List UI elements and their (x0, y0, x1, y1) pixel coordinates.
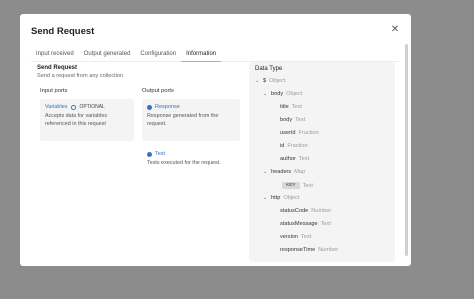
port-connector-icon (70, 104, 76, 110)
tree-type: Text (291, 104, 302, 110)
chevron-down-icon: ⌄ (255, 78, 260, 84)
input-port-name: Variables (45, 104, 68, 110)
tree-key: author (280, 156, 296, 162)
tree-type: Text (298, 156, 310, 162)
tree-key: id (280, 143, 285, 149)
port-connector-icon (147, 104, 152, 110)
input-port-description: Accepts data for variables referenced in… (45, 113, 108, 127)
input-port-card: Variables OPTIONAL Accepts data for vari… (40, 99, 134, 141)
tree-key: responseTime (280, 247, 316, 253)
output-port-item-test: Test Tests executed for the request. (147, 150, 245, 167)
tree-type: Fraction (287, 143, 308, 149)
output-ports-heading: Output ports (142, 88, 174, 94)
data-type-title: Data Type (255, 66, 283, 72)
tree-key: headers (271, 169, 292, 175)
tree-type: Number (311, 208, 332, 214)
tree-row-author: author Text (280, 156, 309, 162)
tree-row-body-text: body Text (280, 117, 305, 123)
tree-row-headers[interactable]: ⌄ headers Map (263, 169, 305, 175)
output-port-card-response: Response Response generated from the req… (142, 99, 240, 141)
tree-row-id: id Fraction (280, 143, 308, 149)
tree-row-responsetime: responseTime Number (280, 247, 338, 253)
tree-key: userId (280, 130, 296, 136)
output-port-name: Test (155, 151, 166, 157)
tree-type: Number (318, 247, 339, 253)
section-title: Send Request (37, 65, 78, 71)
tree-type: Text (320, 221, 331, 227)
modal-title: Send Request (31, 26, 95, 37)
chevron-down-icon: ⌄ (263, 195, 268, 201)
tree-row-statusmessage: statusMessage Text (280, 221, 331, 227)
tab-information[interactable]: Information (181, 48, 222, 62)
optional-badge: OPTIONAL (79, 104, 105, 110)
tab-bar: Input received Output generated Configur… (31, 48, 399, 62)
input-ports-heading: Input ports (40, 88, 68, 94)
tree-key: statusCode (280, 208, 309, 214)
chevron-down-icon: ⌄ (263, 91, 268, 97)
modal-scrollbar[interactable] (405, 44, 408, 256)
tab-configuration[interactable]: Configuration (135, 48, 181, 62)
tree-row-key: KEY Text (282, 182, 313, 189)
tree-key: body (280, 117, 293, 123)
tree-row-title: title Text (280, 104, 302, 110)
tree-row-version: version Text (280, 234, 311, 240)
tree-type: Object (269, 78, 286, 84)
port-connector-icon (147, 151, 152, 157)
data-type-panel: Data Type ⌄ $ Object ⌄ body Object title… (249, 62, 395, 262)
output-port-description: Tests executed for the request. (147, 160, 221, 166)
tree-key: $ (263, 78, 267, 84)
tree-type: Text (295, 117, 306, 123)
tree-row-body[interactable]: ⌄ body Object (263, 91, 302, 97)
tree-key: version (280, 234, 299, 240)
section-description: Send a request from any collection (37, 73, 124, 79)
tree-key: statusMessage (280, 221, 318, 227)
send-request-modal: Send Request ✕ Input received Output gen… (20, 14, 411, 266)
tree-type: Object (286, 91, 303, 97)
close-icon[interactable]: ✕ (389, 24, 401, 36)
tab-input-received[interactable]: Input received (31, 48, 79, 62)
tree-type: Text (302, 182, 313, 189)
tree-type: Text (301, 234, 312, 240)
output-port-description: Response generated from the request. (147, 113, 219, 127)
output-port-name: Response (155, 104, 180, 110)
tree-row-statuscode: statusCode Number (280, 208, 331, 214)
tree-row-root[interactable]: ⌄ $ Object (255, 78, 285, 84)
tree-type: Object (283, 195, 300, 201)
tree-key: title (280, 104, 289, 110)
tree-key: http (271, 195, 281, 201)
tree-row-userid: userId Fraction (280, 130, 319, 136)
tab-output-generated[interactable]: Output generated (79, 48, 136, 62)
chevron-down-icon: ⌄ (263, 169, 268, 175)
tree-key: body (271, 91, 284, 97)
tree-row-http[interactable]: ⌄ http Object (263, 195, 300, 201)
key-badge: KEY (282, 182, 300, 189)
tree-type: Map (294, 169, 306, 175)
tree-type: Fraction (298, 130, 319, 136)
